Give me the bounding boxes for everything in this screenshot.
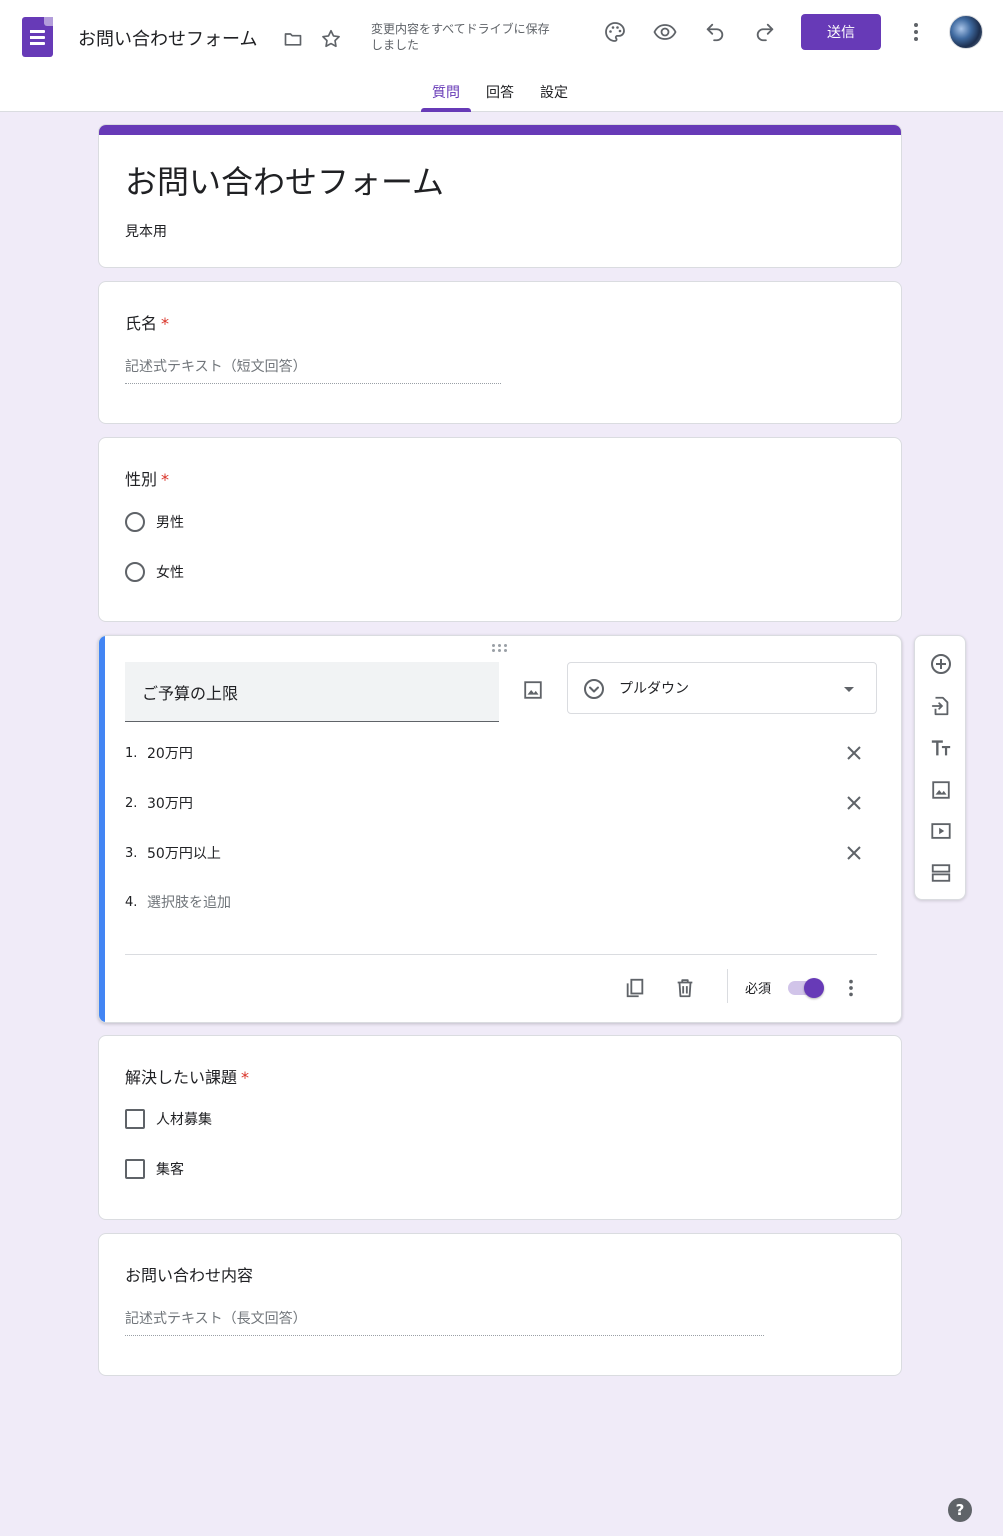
question-title: お問い合わせ内容 [125,1266,254,1285]
tab-questions[interactable]: 質問 [432,82,460,102]
radio-circle-icon[interactable] [125,562,145,582]
footer-separator [727,969,728,1003]
question-side-toolbar [914,635,966,900]
option-number: 3. [125,845,138,861]
delete-icon[interactable] [671,974,699,1002]
checkbox-icon[interactable] [125,1109,145,1129]
add-image-icon[interactable] [519,676,547,704]
question-title: 氏名 * [125,314,170,333]
palette-icon[interactable] [601,18,629,46]
active-tab-indicator [421,108,471,112]
tab-responses[interactable]: 回答 [486,82,514,102]
form-description[interactable]: 見本用 [125,221,167,241]
question-title-input[interactable]: ご予算の上限 [125,662,499,722]
card-footer-divider [125,954,877,955]
radio-option-label: 女性 [156,565,184,581]
remove-option-icon[interactable] [843,742,865,764]
forms-logo-icon[interactable] [22,17,53,57]
radio-option[interactable]: 男性 [125,511,184,533]
add-image-icon[interactable] [927,776,955,804]
remove-option-icon[interactable] [843,792,865,814]
question-card-gender[interactable]: 性別 * 男性 女性 [98,437,902,622]
required-asterisk: * [161,314,170,333]
checkbox-option-label: 集客 [156,1162,184,1178]
add-video-icon[interactable] [927,817,955,845]
question-title: 性別 * [125,470,170,489]
form-title-card[interactable]: お問い合わせフォーム 見本用 [98,124,902,268]
question-card-issues[interactable]: 解決したい課題 * 人材募集 集客 [98,1035,902,1220]
question-type-dropdown[interactable]: プルダウン [567,662,877,714]
more-vert-icon[interactable] [902,18,930,46]
option-label[interactable]: 50万円以上 [147,843,221,863]
long-answer-placeholder: 記述式テキスト（長文回答） [125,1308,764,1336]
active-card-indicator [99,636,105,1022]
checkbox-icon[interactable] [125,1159,145,1179]
dropdown-option[interactable]: 2. 30万円 [125,792,877,814]
radio-option-label: 男性 [156,515,184,531]
help-icon[interactable]: ? [948,1498,972,1522]
undo-icon[interactable] [701,18,729,46]
send-button[interactable]: 送信 [801,14,881,50]
form-title[interactable]: お問い合わせフォーム [125,157,444,203]
checkbox-option[interactable]: 人材募集 [125,1108,212,1130]
required-label: 必須 [745,982,772,997]
caret-down-icon [841,681,857,697]
redo-icon[interactable] [751,18,779,46]
document-title[interactable]: お問い合わせフォーム [78,25,257,51]
option-number: 1. [125,745,138,761]
dropdown-type-icon [582,677,606,701]
short-answer-placeholder: 記述式テキスト（短文回答） [125,356,501,384]
form-tabs: 質問 回答 設定 [0,82,1003,112]
checkbox-option[interactable]: 集客 [125,1158,184,1180]
remove-option-icon[interactable] [843,842,865,864]
app-header: お問い合わせフォーム 変更内容をすべてドライブに保存しました 送信 質問 回答 … [0,0,1003,112]
folder-icon[interactable] [279,25,307,53]
option-label[interactable]: 30万円 [147,793,193,813]
checkbox-option-label: 人材募集 [156,1112,212,1128]
question-card-inquiry[interactable]: お問い合わせ内容 記述式テキスト（長文回答） [98,1233,902,1376]
title-card-accent-bar [99,125,901,135]
option-number: 2. [125,795,138,811]
question-type-label: プルダウン [619,681,689,697]
radio-option[interactable]: 女性 [125,561,184,583]
add-question-icon[interactable] [927,650,955,678]
question-title: 解決したい課題 * [125,1068,250,1087]
add-title-text-icon[interactable] [927,734,955,762]
radio-circle-icon[interactable] [125,512,145,532]
preview-eye-icon[interactable] [651,18,679,46]
dropdown-option[interactable]: 3. 50万円以上 [125,842,877,864]
option-label[interactable]: 20万円 [147,743,193,763]
add-option-link[interactable]: 選択肢を追加 [147,892,231,912]
dropdown-option[interactable]: 1. 20万円 [125,742,877,764]
required-asterisk: * [241,1068,250,1087]
add-option-row[interactable]: 4. 選択肢を追加 [125,891,877,913]
import-questions-icon[interactable] [927,692,955,720]
question-card-name[interactable]: 氏名 * 記述式テキスト（短文回答） [98,281,902,424]
save-status-text: 変更内容をすべてドライブに保存しました [371,22,550,52]
tab-settings[interactable]: 設定 [540,82,568,102]
question-card-budget[interactable]: ご予算の上限 プルダウン 1. 20万円 2. 30万円 3. 50万円以上 4… [98,635,902,1023]
option-number: 4. [125,894,138,910]
required-toggle[interactable] [788,976,828,1000]
add-section-icon[interactable] [927,859,955,887]
account-avatar[interactable] [949,15,983,49]
drag-handle-icon[interactable] [492,644,508,654]
duplicate-icon[interactable] [621,974,649,1002]
more-options-icon[interactable] [837,974,865,1002]
star-icon[interactable] [317,25,345,53]
required-asterisk: * [161,470,170,489]
